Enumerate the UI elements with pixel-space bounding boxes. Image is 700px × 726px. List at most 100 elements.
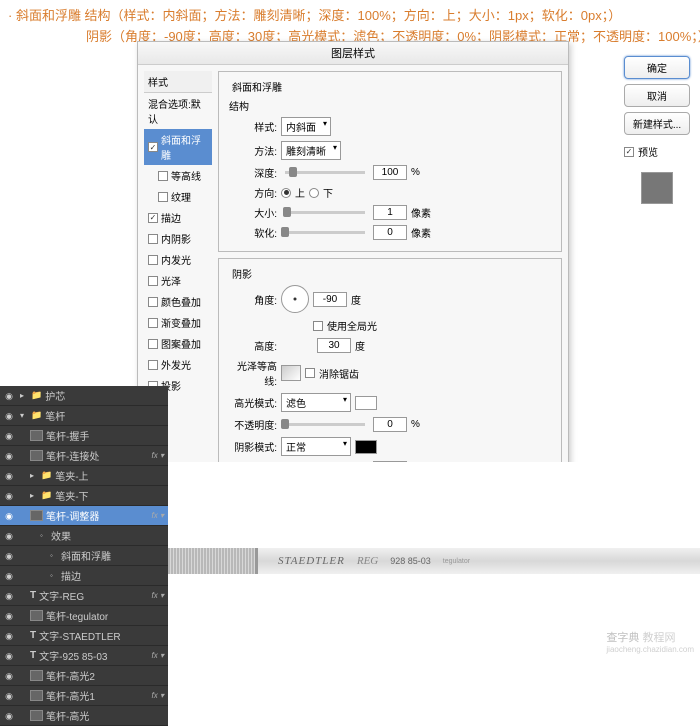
blend-options-item[interactable]: 混合选项:默认 xyxy=(144,93,212,129)
layer-row[interactable]: T文字-STAEDTLER xyxy=(0,626,168,646)
pencil-brand: STAEDTLER xyxy=(278,555,345,567)
shadow-mode-dropdown[interactable]: 正常 xyxy=(281,437,351,456)
depth-slider[interactable] xyxy=(285,171,365,174)
fx-indicator[interactable]: fx ▾ xyxy=(152,651,164,660)
style-item[interactable]: 渐变叠加 xyxy=(144,312,212,333)
layer-row[interactable]: 笔杆-握手 xyxy=(0,426,168,446)
global-light-checkbox[interactable] xyxy=(313,321,323,331)
folder-arrow-icon[interactable]: ▾ xyxy=(20,411,28,420)
shadow-mode-label: 阴影模式: xyxy=(225,439,277,454)
highlight-opacity-input[interactable]: 0 xyxy=(373,417,407,432)
visibility-icon[interactable] xyxy=(4,471,14,481)
shadow-color-swatch[interactable] xyxy=(355,440,377,454)
visibility-icon[interactable] xyxy=(4,411,14,421)
visibility-icon[interactable] xyxy=(4,591,14,601)
layer-row[interactable]: ▸📁笔夹-上 xyxy=(0,466,168,486)
style-item[interactable]: 颜色叠加 xyxy=(144,291,212,312)
style-checkbox[interactable] xyxy=(148,276,158,286)
visibility-icon[interactable] xyxy=(4,571,14,581)
fx-indicator[interactable]: fx ▾ xyxy=(152,691,164,700)
visibility-icon[interactable] xyxy=(4,711,14,721)
angle-dial[interactable] xyxy=(281,285,309,313)
style-item[interactable]: 图案叠加 xyxy=(144,333,212,354)
layer-row[interactable]: 笔杆-调整器fx ▾ xyxy=(0,506,168,526)
preview-checkbox[interactable] xyxy=(624,147,634,157)
folder-arrow-icon[interactable]: ▸ xyxy=(20,391,28,400)
visibility-icon[interactable] xyxy=(4,451,14,461)
style-checkbox[interactable] xyxy=(158,192,168,202)
folder-arrow-icon[interactable]: ▸ xyxy=(30,471,38,480)
style-checkbox[interactable] xyxy=(148,318,158,328)
direction-up-radio[interactable] xyxy=(281,188,291,198)
style-checkbox[interactable] xyxy=(148,255,158,265)
layer-row[interactable]: ◦效果 xyxy=(0,526,168,546)
highlight-mode-dropdown[interactable]: 滤色 xyxy=(281,393,351,412)
style-checkbox[interactable] xyxy=(148,339,158,349)
visibility-icon[interactable] xyxy=(4,691,14,701)
style-checkbox[interactable] xyxy=(148,234,158,244)
visibility-icon[interactable] xyxy=(4,651,14,661)
method-dropdown[interactable]: 雕刻清晰 xyxy=(281,141,341,160)
visibility-icon[interactable] xyxy=(4,491,14,501)
style-item[interactable]: 外发光 xyxy=(144,354,212,375)
layer-name: 笔杆-tegulator xyxy=(46,608,164,623)
layer-row[interactable]: ▸📁护芯 xyxy=(0,386,168,406)
fx-indicator[interactable]: fx ▾ xyxy=(152,451,164,460)
style-checkbox[interactable] xyxy=(148,142,158,152)
style-item[interactable]: 内发光 xyxy=(144,249,212,270)
layer-name: 文字-REG xyxy=(39,588,148,603)
highlight-opacity-slider[interactable] xyxy=(285,423,365,426)
style-checkbox[interactable] xyxy=(148,213,158,223)
fx-indicator[interactable]: fx ▾ xyxy=(152,511,164,520)
size-slider[interactable] xyxy=(285,211,365,214)
ok-button[interactable]: 确定 xyxy=(624,56,690,79)
style-dropdown[interactable]: 内斜面 xyxy=(281,117,331,136)
style-item[interactable]: 内阴影 xyxy=(144,228,212,249)
layer-row[interactable]: ◦描边 xyxy=(0,566,168,586)
contour-picker[interactable] xyxy=(281,365,301,381)
visibility-icon[interactable] xyxy=(4,511,14,521)
style-item[interactable]: 等高线 xyxy=(144,165,212,186)
visibility-icon[interactable] xyxy=(4,531,14,541)
visibility-icon[interactable] xyxy=(4,671,14,681)
style-checkbox[interactable] xyxy=(158,171,168,181)
direction-down-radio[interactable] xyxy=(309,188,319,198)
visibility-icon[interactable] xyxy=(4,631,14,641)
visibility-icon[interactable] xyxy=(4,391,14,401)
layer-row[interactable]: 笔杆-高光1fx ▾ xyxy=(0,686,168,706)
soften-label: 软化: xyxy=(225,225,277,240)
layer-row[interactable]: 笔杆-tegulator xyxy=(0,606,168,626)
style-item[interactable]: 描边 xyxy=(144,207,212,228)
fx-indicator[interactable]: fx ▾ xyxy=(152,591,164,600)
layer-row[interactable]: T文字-REGfx ▾ xyxy=(0,586,168,606)
layer-row[interactable]: ▾📁笔杆 xyxy=(0,406,168,426)
style-item[interactable]: 纹理 xyxy=(144,186,212,207)
visibility-icon[interactable] xyxy=(4,611,14,621)
style-item[interactable]: 斜面和浮雕 xyxy=(144,129,212,165)
new-style-button[interactable]: 新建样式... xyxy=(624,112,690,135)
style-item[interactable]: 光泽 xyxy=(144,270,212,291)
style-label: 光泽 xyxy=(161,273,181,288)
layer-row[interactable]: 笔杆-高光2 xyxy=(0,666,168,686)
layer-row[interactable]: ▸📁笔夹-下 xyxy=(0,486,168,506)
style-checkbox[interactable] xyxy=(148,297,158,307)
depth-input[interactable]: 100 xyxy=(373,165,407,180)
highlight-color-swatch[interactable] xyxy=(355,396,377,410)
layer-name: 描边 xyxy=(61,568,164,583)
folder-arrow-icon[interactable]: ▸ xyxy=(30,491,38,500)
style-checkbox[interactable] xyxy=(148,360,158,370)
angle-input[interactable]: -90 xyxy=(313,292,347,307)
antialias-checkbox[interactable] xyxy=(305,368,315,378)
soften-slider[interactable] xyxy=(285,231,365,234)
size-input[interactable]: 1 xyxy=(373,205,407,220)
layer-row[interactable]: T文字-925 85-03fx ▾ xyxy=(0,646,168,666)
altitude-input[interactable]: 30 xyxy=(317,338,351,353)
layer-row[interactable]: 笔杆-高光 xyxy=(0,706,168,726)
depth-unit: % xyxy=(411,167,420,178)
layer-row[interactable]: ◦斜面和浮雕 xyxy=(0,546,168,566)
visibility-icon[interactable] xyxy=(4,431,14,441)
soften-input[interactable]: 0 xyxy=(373,225,407,240)
cancel-button[interactable]: 取消 xyxy=(624,84,690,107)
visibility-icon[interactable] xyxy=(4,551,14,561)
layer-row[interactable]: 笔杆-连接处fx ▾ xyxy=(0,446,168,466)
